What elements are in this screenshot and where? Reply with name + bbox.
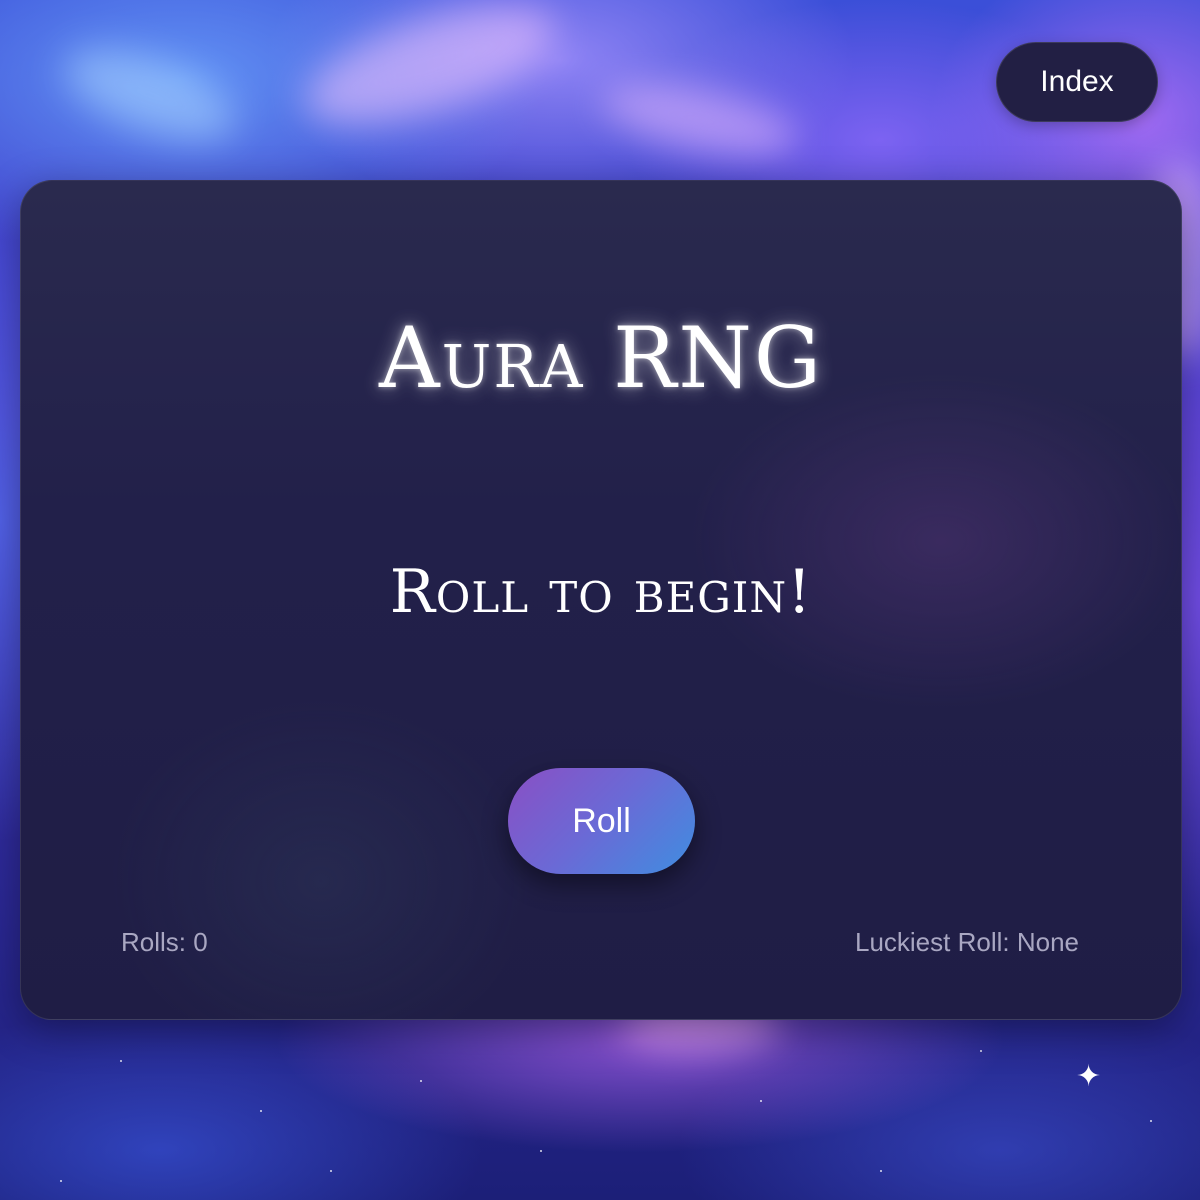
game-card: Aura RNG Roll to begin! Roll Rolls: 0 Lu… bbox=[20, 180, 1182, 1020]
rolls-value: 0 bbox=[193, 927, 208, 957]
star-dot bbox=[760, 1100, 762, 1102]
nebula-wisp bbox=[595, 69, 805, 171]
luckiest-value: None bbox=[1016, 927, 1079, 957]
star-dot bbox=[1150, 1120, 1152, 1122]
index-button[interactable]: Index bbox=[996, 42, 1158, 122]
nebula-wisp bbox=[292, 0, 568, 148]
star-dot bbox=[60, 1180, 62, 1182]
star-dot bbox=[540, 1150, 542, 1152]
sparkle-icon: ✦ bbox=[1076, 1059, 1102, 1094]
rolls-label: Rolls: bbox=[121, 927, 187, 957]
luckiest-label: Luckiest Roll: bbox=[854, 927, 1010, 957]
luckiest-roll: Luckiest Roll: None bbox=[855, 927, 1079, 958]
star-dot bbox=[120, 1060, 122, 1062]
rolls-counter: Rolls: 0 bbox=[121, 927, 208, 958]
nebula-wisp bbox=[53, 31, 247, 159]
roll-status: Roll to begin! bbox=[389, 557, 813, 627]
game-title: Aura RNG bbox=[379, 309, 823, 407]
star-dot bbox=[980, 1050, 982, 1052]
star-dot bbox=[330, 1170, 332, 1172]
star-dot bbox=[420, 1080, 422, 1082]
star-dot bbox=[880, 1170, 882, 1172]
roll-button[interactable]: Roll bbox=[508, 768, 695, 874]
star-dot bbox=[260, 1110, 262, 1112]
